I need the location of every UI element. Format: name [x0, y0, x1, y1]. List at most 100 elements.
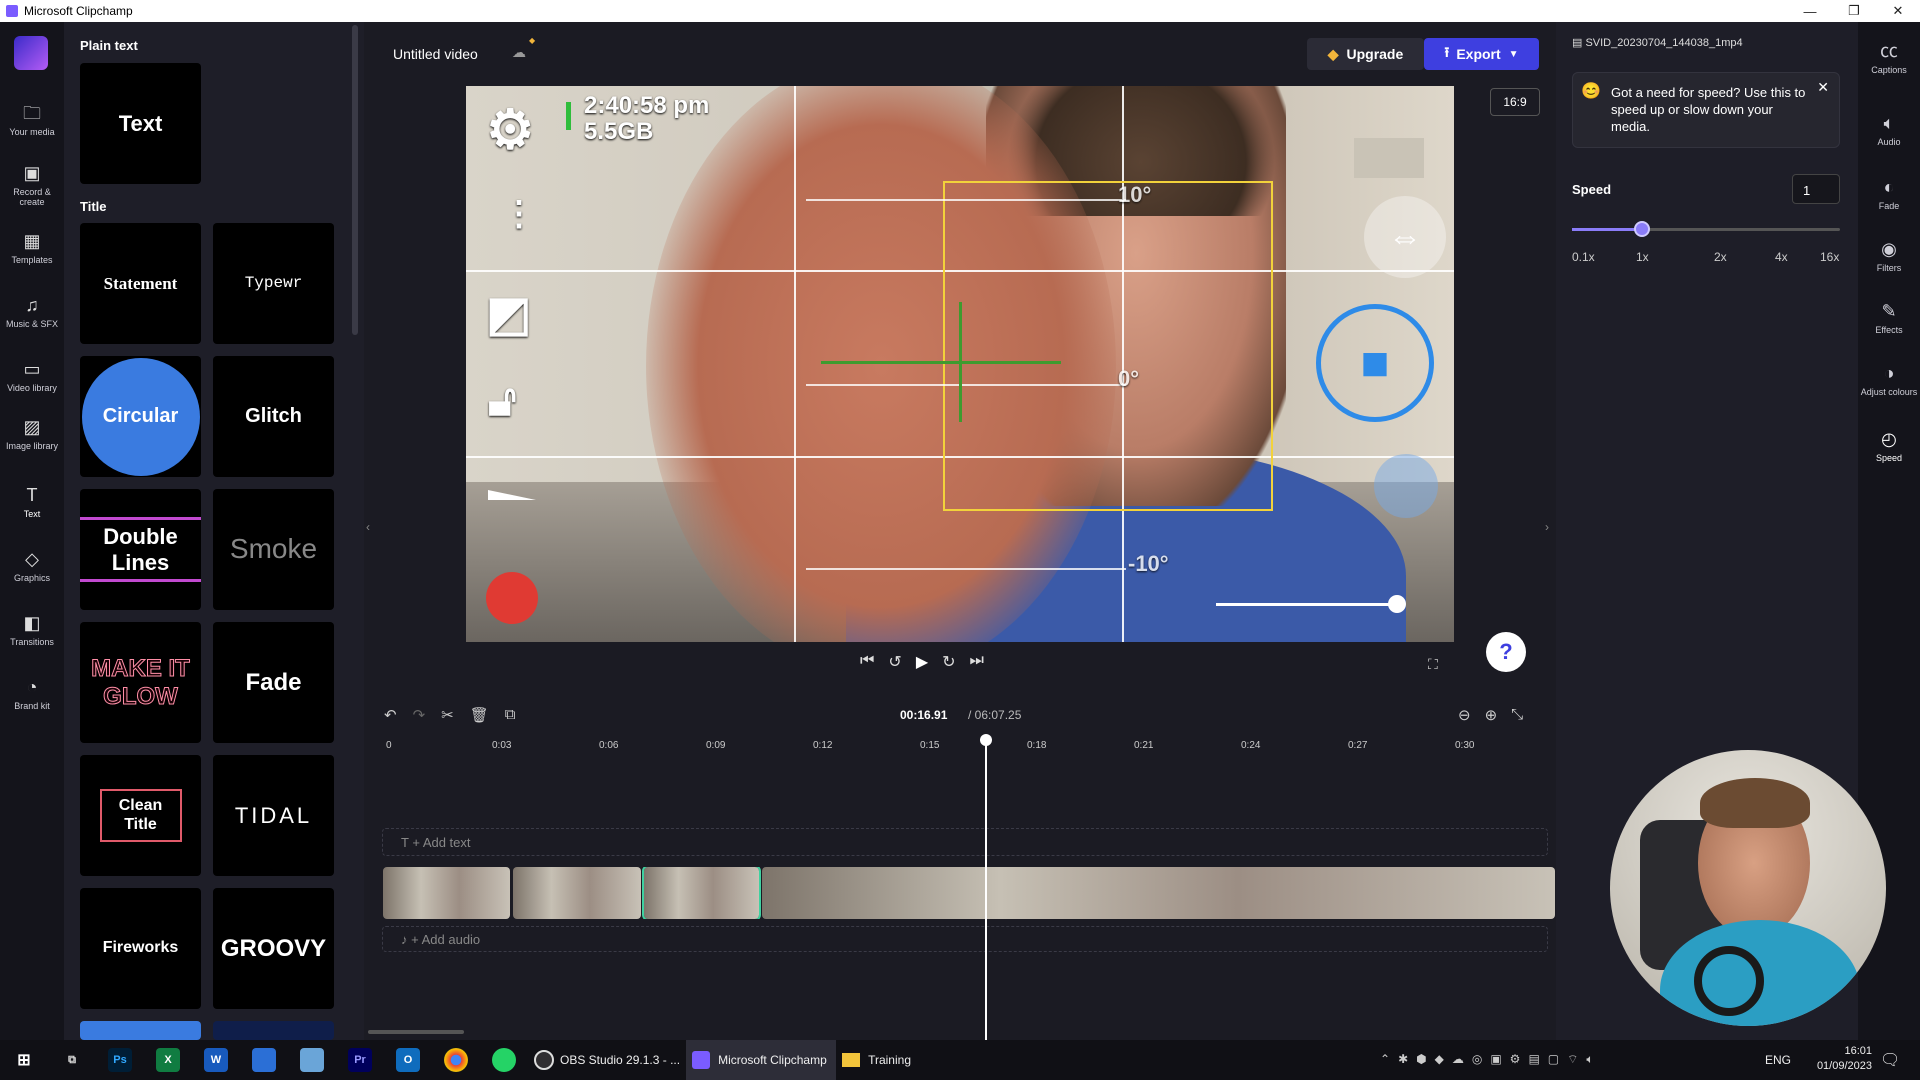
- excel-icon[interactable]: X: [156, 1048, 180, 1072]
- task-view-icon[interactable]: ⧉: [60, 1048, 84, 1072]
- add-audio-track[interactable]: ♪ + Add audio: [382, 926, 1548, 952]
- camera-icon: ▣: [23, 163, 41, 183]
- help-icon[interactable]: ?: [1486, 632, 1526, 672]
- premiere-icon[interactable]: Pr: [348, 1048, 372, 1072]
- nav-text[interactable]: T Text: [0, 484, 64, 519]
- circular-card[interactable]: Circular: [80, 356, 201, 477]
- nav-fade[interactable]: ◐ Fade: [1858, 176, 1920, 211]
- video-clip-selected[interactable]: [642, 867, 761, 919]
- tray-icon[interactable]: ⚙: [1510, 1052, 1521, 1067]
- add-text-track[interactable]: T + Add text: [382, 828, 1548, 856]
- collapse-panel-icon[interactable]: ‹: [366, 520, 370, 534]
- panel-scrollbar[interactable]: [352, 25, 358, 335]
- nav-effects[interactable]: ✎ Effects: [1858, 300, 1920, 335]
- nav-brand-kit[interactable]: ◔ Brand kit: [0, 676, 64, 711]
- export-button[interactable]: ⭱ Export ▼: [1424, 38, 1539, 70]
- play-icon[interactable]: ▶: [916, 652, 928, 672]
- photoshop-icon[interactable]: Ps: [108, 1048, 132, 1072]
- volume-icon[interactable]: 🔈︎: [1586, 1052, 1593, 1067]
- nav-your-media[interactable]: 🗀 Your media: [0, 102, 64, 137]
- nav-filters[interactable]: ◉ Filters: [1858, 238, 1920, 273]
- language-indicator[interactable]: ENG: [1765, 1053, 1791, 1067]
- taskbar-obs[interactable]: OBS Studio 29.1.3 - ...: [528, 1040, 686, 1080]
- windows-start-icon[interactable]: ⊞: [12, 1048, 36, 1072]
- outlook-icon[interactable]: O: [396, 1048, 420, 1072]
- more-card[interactable]: [213, 1021, 334, 1040]
- video-clip[interactable]: [762, 867, 1555, 919]
- nav-music-sfx[interactable]: ♫ Music & SFX: [0, 294, 64, 329]
- wifi-icon[interactable]: ⌔: [1567, 1052, 1578, 1067]
- nav-graphics[interactable]: ◇ Graphics: [0, 548, 64, 583]
- statement-card[interactable]: Statement: [80, 223, 201, 344]
- more-card[interactable]: [80, 1021, 201, 1040]
- fullscreen-icon[interactable]: ⛶: [1428, 656, 1438, 673]
- make-it-glow-card[interactable]: MAKE IT GLOW: [80, 622, 201, 743]
- tray-icon[interactable]: ▤: [1528, 1052, 1539, 1067]
- nav-speed[interactable]: ◴ Speed: [1858, 428, 1920, 463]
- fit-timeline-icon[interactable]: ⤡: [1511, 706, 1523, 724]
- video-clip[interactable]: [383, 867, 510, 919]
- skip-back-icon[interactable]: ⏮: [860, 652, 874, 672]
- taskbar-clipchamp[interactable]: Microsoft Clipchamp: [686, 1040, 837, 1080]
- nav-transitions[interactable]: ◧ Transitions: [0, 612, 64, 647]
- tray-icon[interactable]: ⌃: [1380, 1052, 1390, 1067]
- tidal-card[interactable]: TIDAL: [213, 755, 334, 876]
- tray-icon[interactable]: ▣: [1490, 1052, 1501, 1067]
- tray-icon[interactable]: ☁: [1452, 1052, 1464, 1067]
- nav-audio[interactable]: 🔈︎ Audio: [1858, 112, 1920, 147]
- fireworks-card[interactable]: Fireworks: [80, 888, 201, 1009]
- forward-5-icon[interactable]: ↻: [942, 652, 955, 672]
- glitch-card[interactable]: Glitch: [213, 356, 334, 477]
- nav-video-library[interactable]: ▭ Video library: [0, 358, 64, 393]
- upgrade-button[interactable]: ◆ Upgrade: [1307, 38, 1424, 70]
- taskbar-training[interactable]: Training: [836, 1040, 976, 1080]
- whatsapp-icon[interactable]: [492, 1048, 516, 1072]
- skip-forward-icon[interactable]: ⏭: [970, 652, 984, 672]
- maximize-button[interactable]: ❐: [1832, 0, 1876, 22]
- text-card[interactable]: Text: [80, 63, 201, 184]
- tray-icon[interactable]: ▢: [1548, 1052, 1559, 1067]
- tray-icon[interactable]: ✱: [1398, 1052, 1408, 1067]
- nav-image-library[interactable]: ▨ Image library: [0, 416, 64, 451]
- video-clip[interactable]: [513, 867, 641, 919]
- zoom-out-icon[interactable]: ⊖: [1458, 706, 1471, 724]
- nav-captions[interactable]: ㏄ Captions: [1858, 40, 1920, 75]
- speed-input[interactable]: 1: [1792, 174, 1840, 204]
- redo-icon[interactable]: ↷: [413, 706, 426, 724]
- expand-right-panel-icon[interactable]: ›: [1545, 520, 1549, 534]
- undo-icon[interactable]: ↶: [384, 706, 397, 724]
- rewind-5-icon[interactable]: ↺: [888, 652, 901, 672]
- nav-record-create[interactable]: ▣ Record & create: [0, 162, 64, 207]
- notifications-icon[interactable]: 🗨︎: [1880, 1050, 1900, 1070]
- tray-icon[interactable]: ⬢: [1416, 1052, 1426, 1067]
- fade-card[interactable]: Fade: [213, 622, 334, 743]
- calendar-icon[interactable]: [252, 1048, 276, 1072]
- video-preview[interactable]: 2:40:58 pm 5.5GB 10° 0° -10° ⚙ ⋮ ◩ 🔓︎ ⇔ …: [466, 86, 1454, 642]
- aspect-ratio-button[interactable]: 16:9: [1490, 88, 1540, 116]
- smoke-card[interactable]: Smoke: [213, 489, 334, 610]
- clock[interactable]: 16:01 01/09/2023: [1808, 1044, 1872, 1074]
- tray-icon[interactable]: ◎: [1472, 1052, 1482, 1067]
- duplicate-icon[interactable]: ⧉: [505, 706, 516, 724]
- groovy-card[interactable]: GROOVY: [213, 888, 334, 1009]
- delete-icon[interactable]: 🗑︎: [470, 706, 489, 724]
- project-name[interactable]: Untitled video: [393, 46, 478, 62]
- nav-templates[interactable]: ▦ Templates: [0, 230, 64, 265]
- zoom-in-icon[interactable]: ⊕: [1485, 706, 1498, 724]
- speed-slider-thumb[interactable]: [1634, 221, 1650, 237]
- close-window-button[interactable]: ✕: [1876, 0, 1920, 22]
- playhead[interactable]: [980, 734, 992, 1040]
- double-lines-card[interactable]: Double Lines: [80, 489, 201, 610]
- typewriter-card[interactable]: Typewr: [213, 223, 334, 344]
- timeline-scrollbar[interactable]: [368, 1030, 464, 1034]
- clean-title-card[interactable]: Clean Title: [80, 755, 201, 876]
- split-scissors-icon[interactable]: ✂: [441, 706, 454, 724]
- word-icon[interactable]: W: [204, 1048, 228, 1072]
- close-tip-icon[interactable]: ✕: [1817, 79, 1829, 96]
- app-logo-icon[interactable]: [14, 36, 48, 70]
- notes-icon[interactable]: [300, 1048, 324, 1072]
- nav-adjust-colours[interactable]: ◑ Adjust colours: [1858, 362, 1920, 397]
- chrome-icon[interactable]: [444, 1048, 468, 1072]
- minimize-button[interactable]: —: [1788, 0, 1832, 22]
- tray-icon[interactable]: ◆: [1435, 1052, 1444, 1067]
